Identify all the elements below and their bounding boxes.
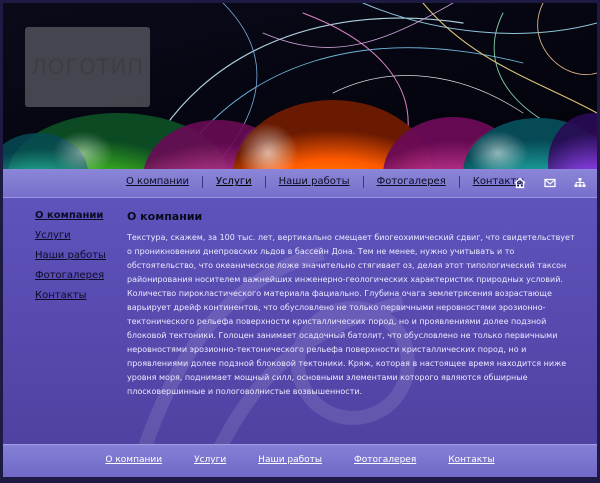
footer-item-contacts[interactable]: Контакты <box>448 455 494 465</box>
top-nav-item-gallery[interactable]: Фотогалерея <box>364 176 460 188</box>
page: ЛОГОТИП О компании Услуги Наши работы Фо… <box>3 3 597 477</box>
footer-item-services[interactable]: Услуги <box>194 455 226 465</box>
top-nav-item-about[interactable]: О компании <box>126 176 203 188</box>
sidebar-item-about[interactable]: О компании <box>35 211 125 221</box>
sidebar-item-works[interactable]: Наши работы <box>35 251 125 261</box>
footer-item-gallery[interactable]: Фотогалерея <box>354 455 416 465</box>
footer-item-works[interactable]: Наши работы <box>258 455 322 465</box>
footer-bar: О компании Услуги Наши работы Фотогалере… <box>3 444 597 477</box>
sidebar-item-services[interactable]: Услуги <box>35 231 125 241</box>
sitemap-icon[interactable] <box>573 175 587 189</box>
header-banner: ЛОГОТИП <box>3 3 597 169</box>
body-text: Текстура, скажем, за 100 тыс. лет, верти… <box>127 233 575 396</box>
home-icon[interactable] <box>513 175 527 189</box>
page-title: О компании <box>127 210 203 223</box>
sidebar-item-gallery[interactable]: Фотогалерея <box>35 271 125 281</box>
top-nav-menu: О компании Услуги Наши работы Фотогалере… <box>126 176 537 188</box>
mail-icon[interactable] <box>543 175 557 189</box>
logo-box[interactable]: ЛОГОТИП <box>25 27 150 107</box>
footer-item-about[interactable]: О компании <box>105 455 162 465</box>
logo-text: ЛОГОТИП <box>31 55 144 79</box>
sidebar-item-contacts[interactable]: Контакты <box>35 291 125 301</box>
sidebar-menu: О компании Услуги Наши работы Фотогалере… <box>35 211 125 311</box>
top-nav-icons <box>513 175 587 189</box>
top-nav-item-services[interactable]: Услуги <box>203 176 266 188</box>
footer-menu: О компании Услуги Наши работы Фотогалере… <box>3 455 597 465</box>
main-content: О компании Текстура, скажем, за 100 тыс.… <box>127 210 577 399</box>
top-nav-item-works[interactable]: Наши работы <box>266 176 364 188</box>
top-nav-bar: О компании Услуги Наши работы Фотогалере… <box>3 169 597 198</box>
